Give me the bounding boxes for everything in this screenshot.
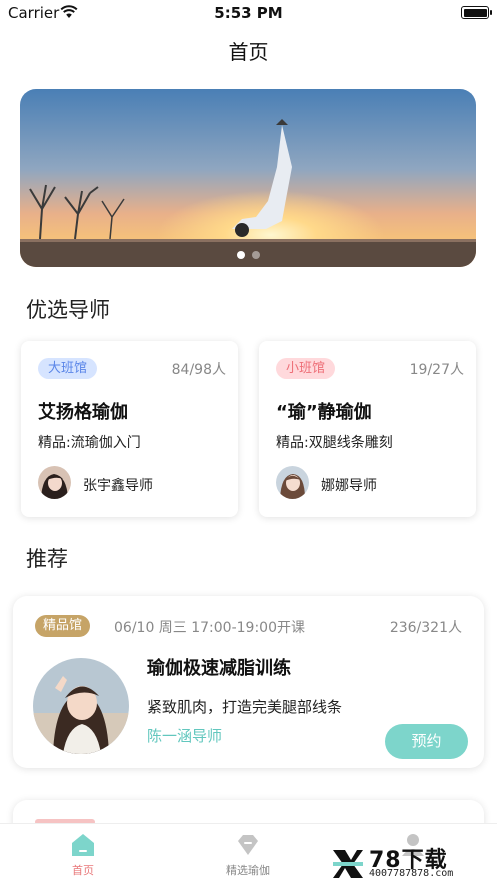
tab-label: 精选瑜伽: [226, 864, 270, 877]
recommend-card[interactable]: 精品馆 06/10 周三 17:00-19:00开课 236/321人 瑜伽极速…: [13, 596, 484, 768]
course-name: 瑜伽极速减脂训练: [147, 658, 291, 679]
home-icon: [72, 834, 94, 856]
tab-label: 首页: [72, 864, 94, 877]
teacher-card[interactable]: 小班馆 19/27人 “瑜”静瑜伽 精品:双腿线条雕刻 娜娜导师: [259, 341, 476, 517]
page-title: 首页: [228, 40, 269, 64]
carousel-indicator: [20, 251, 476, 259]
class-time: 06/10 周三 17:00-19:00开课: [114, 620, 305, 636]
course-name: “瑜”静瑜伽: [276, 402, 372, 423]
carousel-dot[interactable]: [236, 251, 245, 259]
clock: 5:53 PM: [214, 4, 283, 22]
enrollment-count: 19/27人: [409, 362, 464, 378]
banner-carousel[interactable]: [20, 89, 476, 267]
course-subtitle: 精品:流瑜伽入门: [38, 435, 141, 451]
section-title-teachers: 优选导师: [26, 298, 110, 322]
teacher-name[interactable]: 陈一涵导师: [147, 725, 222, 746]
status-bar: Carrier 5:53 PM: [0, 0, 497, 26]
watermark: 78下载 4007787878.com: [331, 842, 491, 883]
enrollment-count: 84/98人: [171, 362, 226, 378]
course-description: 紧致肌肉，打造完美腿部线条: [147, 698, 343, 716]
carousel-dot[interactable]: [251, 251, 260, 259]
teacher-card[interactable]: 大班馆 84/98人 艾扬格瑜伽 精品:流瑜伽入门 张宇鑫导师: [21, 341, 238, 517]
enrollment-count: 236/321人: [389, 620, 462, 636]
venue-tag: 精品馆: [35, 615, 91, 637]
teacher-avatar: [276, 466, 309, 499]
teacher-name: 娜娜导师: [321, 478, 377, 494]
watermark-url: 4007787878.com: [369, 868, 454, 879]
watermark-logo: [333, 850, 363, 878]
teacher-photo: [33, 658, 129, 754]
course-name: 艾扬格瑜伽: [38, 402, 128, 423]
teacher-name: 张宇鑫导师: [83, 478, 153, 494]
course-subtitle: 精品:双腿线条雕刻: [276, 435, 393, 451]
teacher-avatar: [38, 466, 71, 499]
venue-tag: 大班馆: [38, 358, 98, 379]
battery-icon: [461, 6, 492, 19]
banner-image: [20, 89, 476, 267]
tab-yoga[interactable]: 精选瑜伽: [203, 832, 293, 878]
tab-home[interactable]: 首页: [38, 832, 128, 878]
book-button[interactable]: 预约: [385, 724, 468, 759]
section-title-recommend: 推荐: [26, 547, 68, 571]
diamond-icon: [238, 835, 258, 855]
venue-tag: 小班馆: [276, 358, 336, 379]
